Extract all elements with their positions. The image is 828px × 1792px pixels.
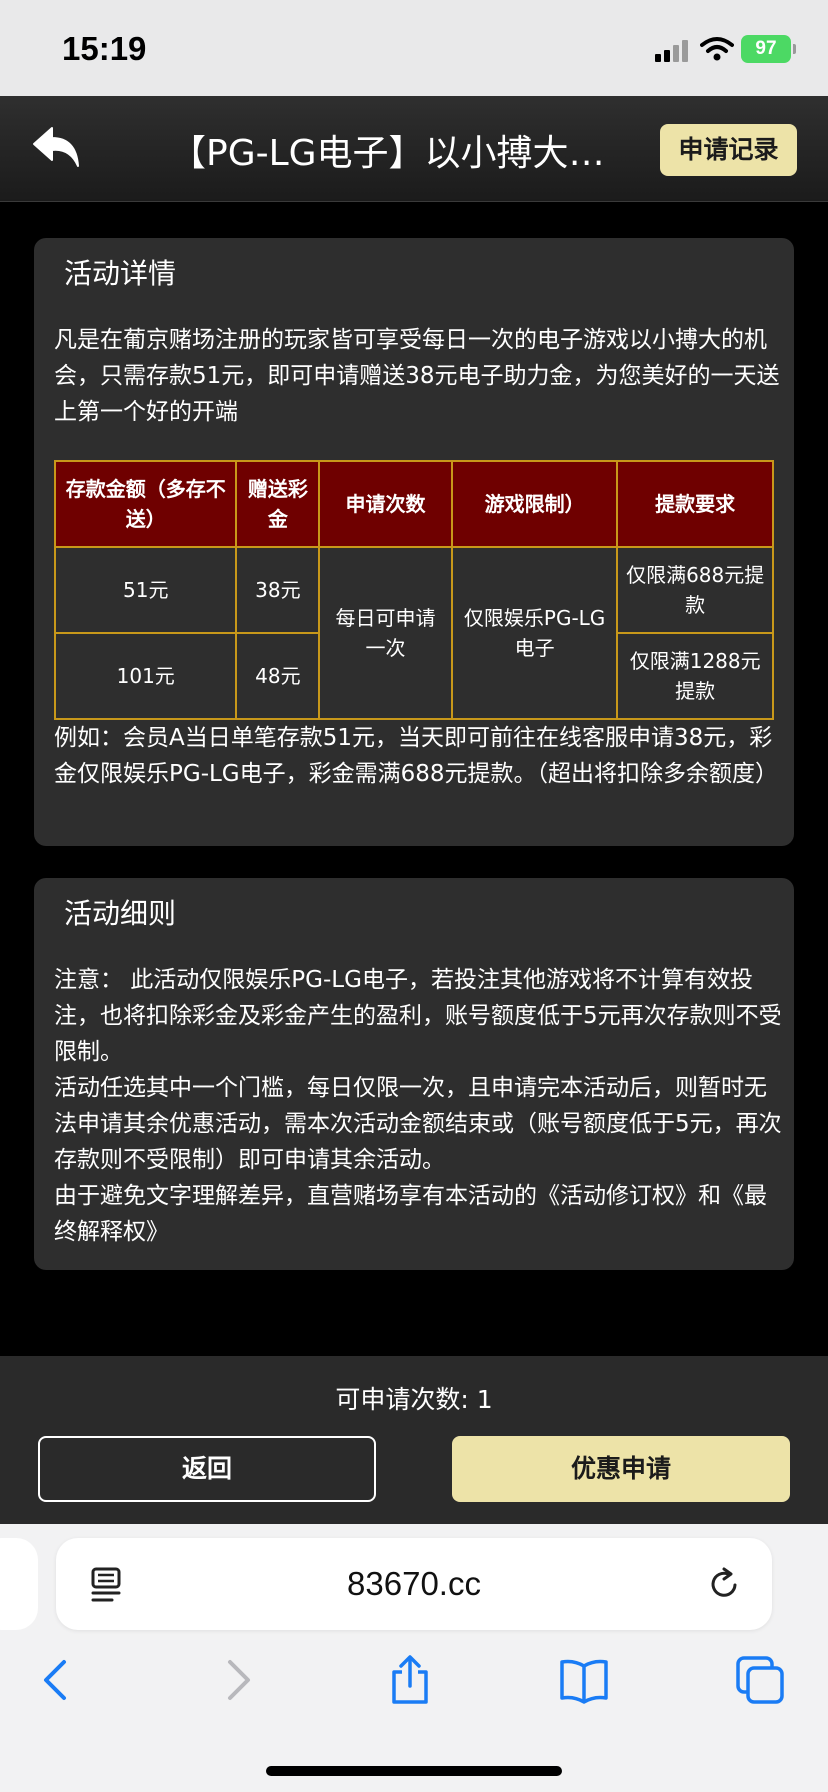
- rules-note: 注意： 此活动仅限娱乐PG-LG电子，若投注其他游戏将不计算有效投注，也将扣除彩…: [54, 967, 782, 1065]
- bonus-table: 存款金额（多存不送） 赠送彩金 申请次数 游戏限制） 提款要求 51元 38元 …: [53, 460, 774, 720]
- status-bar: 15:19 97: [0, 0, 828, 96]
- url-text: 83670.cc: [347, 1565, 481, 1602]
- rules-paragraph: 注意： 此活动仅限娱乐PG-LG电子，若投注其他游戏将不计算有效投注，也将扣除彩…: [54, 962, 782, 1250]
- table-cell-bonus: 38元: [235, 546, 321, 634]
- previous-tab-edge[interactable]: [0, 1538, 38, 1630]
- table-header-withdraw: 提款要求: [616, 460, 774, 548]
- activity-example: 例如：会员A当日单笔存款51元，当天即可前往在线客服申请38元，彩金仅限娱乐PG…: [54, 725, 779, 787]
- status-time: 15:19: [62, 30, 147, 67]
- table-cell-times: 每日可申请一次: [318, 546, 453, 720]
- browser-chrome: 83670.cc: [0, 1524, 828, 1792]
- table-cell-withdraw: 仅限满1288元提款: [616, 632, 774, 720]
- table-header-times: 申请次数: [318, 460, 453, 548]
- activity-details-card: 活动详情 凡是在葡京赌场注册的玩家皆可享受每日一次的电子游戏以小搏大的机会，只需…: [34, 238, 794, 846]
- activity-details-title: 活动详情: [64, 257, 177, 290]
- table-cell-game: 仅限娱乐PG-LG电子: [450, 546, 619, 720]
- wifi-icon: [700, 37, 734, 61]
- table-header-game: 游戏限制）: [450, 460, 619, 548]
- remaining-applications: 可申请次数: 1: [0, 1380, 828, 1416]
- table-header-row: 存款金额（多存不送） 赠送彩金 申请次数 游戏限制） 提款要求: [53, 460, 774, 548]
- home-indicator: [266, 1766, 562, 1776]
- apply-promotion-button[interactable]: 优惠申请: [452, 1436, 790, 1502]
- battery-level: 97: [755, 38, 777, 59]
- table-header-bonus: 赠送彩金: [235, 460, 321, 548]
- forward-chevron-icon[interactable]: [210, 1654, 262, 1706]
- back-chevron-icon[interactable]: [32, 1654, 84, 1706]
- return-button[interactable]: 返回: [38, 1436, 376, 1502]
- remaining-count: 1: [476, 1385, 493, 1414]
- application-records-button[interactable]: 申请记录: [660, 124, 797, 176]
- activity-intro: 凡是在葡京赌场注册的玩家皆可享受每日一次的电子游戏以小搏大的机会，只需存款51元…: [54, 327, 780, 425]
- table-cell-withdraw: 仅限满688元提款: [616, 546, 774, 634]
- rules-threshold: 活动任选其中一个门槛，每日仅限一次，且申请完本活动后，则暂时无法申请其余优惠活动…: [54, 1075, 782, 1173]
- cellular-signal-icon: [655, 38, 689, 62]
- table-cell-bonus: 48元: [235, 632, 321, 720]
- remaining-label: 可申请次数:: [335, 1385, 477, 1414]
- address-bar[interactable]: 83670.cc: [56, 1538, 772, 1630]
- reload-icon[interactable]: [706, 1566, 742, 1602]
- battery-icon: 97: [741, 35, 791, 63]
- battery-nub: [793, 44, 796, 54]
- page-title: 【PG-LG电子】以小搏大助力金: [170, 133, 640, 174]
- tabs-icon[interactable]: [734, 1654, 786, 1706]
- table-row: 51元 38元 每日可申请一次 仅限娱乐PG-LG电子 仅限满688元提款: [53, 546, 774, 720]
- back-arrow-icon[interactable]: [30, 124, 88, 174]
- action-bar: 可申请次数: 1 返回 优惠申请: [0, 1356, 828, 1524]
- table-cell-deposit: 101元: [53, 632, 238, 720]
- rules-rights: 由于避免文字理解差异，直营赌场享有本活动的《活动修订权》和《最终解释权》: [54, 1183, 767, 1245]
- table-header-deposit: 存款金额（多存不送）: [53, 460, 238, 548]
- activity-rules-title: 活动细则: [64, 897, 177, 930]
- share-icon[interactable]: [384, 1654, 436, 1706]
- table-cell-deposit: 51元: [53, 546, 238, 634]
- page-header: 【PG-LG电子】以小搏大助力金 申请记录: [0, 96, 828, 202]
- activity-rules-card: 活动细则 注意： 此活动仅限娱乐PG-LG电子，若投注其他游戏将不计算有效投注，…: [34, 878, 794, 1270]
- bookmarks-icon[interactable]: [558, 1654, 610, 1706]
